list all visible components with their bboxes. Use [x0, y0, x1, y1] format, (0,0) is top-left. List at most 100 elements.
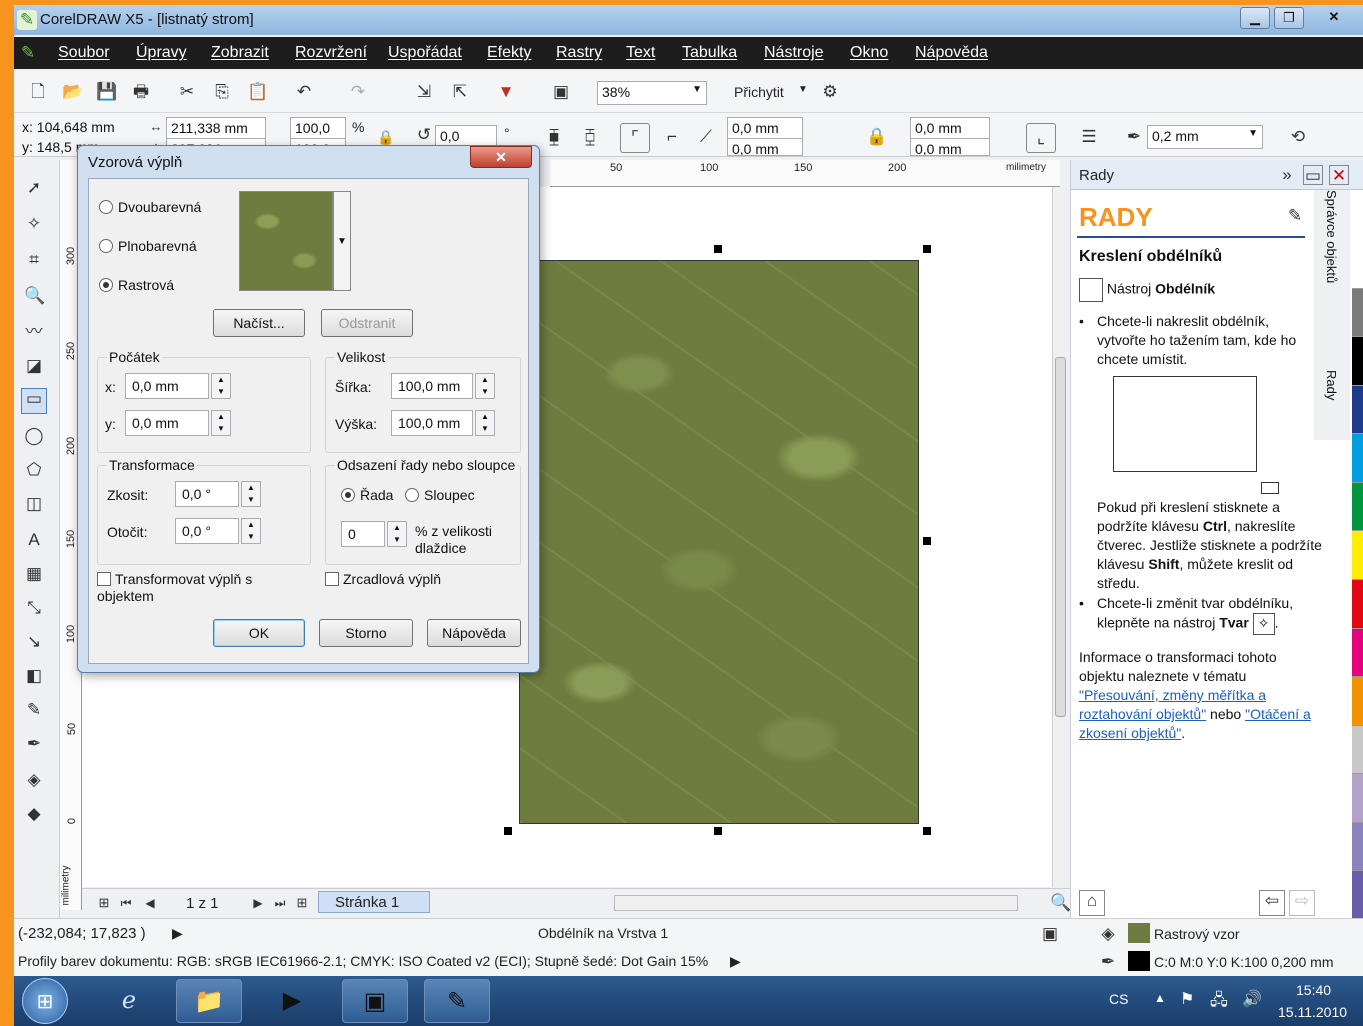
eyedropper-tool-icon[interactable]: ✎: [24, 700, 44, 720]
lock-icon[interactable]: 🔒: [376, 127, 396, 147]
mirror-horizontal-icon[interactable]: ⧯: [544, 127, 564, 147]
menu-rozvrzeni[interactable]: Rozvržení: [295, 44, 367, 62]
color-swatch[interactable]: [1352, 677, 1363, 726]
round-corner-icon[interactable]: ⌜: [620, 123, 650, 153]
scallop-corner-icon[interactable]: ⌐: [662, 127, 682, 147]
welcome-screen-icon[interactable]: ▣: [551, 82, 571, 102]
color-swatch[interactable]: [1352, 288, 1363, 338]
selection-handle[interactable]: [923, 537, 931, 545]
forward-icon[interactable]: ⇨: [1289, 890, 1315, 916]
show-hidden-icons[interactable]: ▲: [1154, 991, 1166, 1005]
tab-object-manager[interactable]: Správce objektů: [1324, 190, 1339, 283]
clock-time[interactable]: 15:40: [1296, 982, 1331, 998]
color-swatch[interactable]: [1352, 337, 1363, 386]
first-page-icon[interactable]: ⏮: [116, 893, 136, 913]
tile-width-stepper[interactable]: ▲ ▼: [475, 373, 495, 399]
minimize-button[interactable]: ▁: [1240, 7, 1270, 29]
menu-soubor[interactable]: Soubor: [58, 44, 110, 62]
text-tool-icon[interactable]: A: [24, 530, 44, 550]
width-field[interactable]: 211,338 mm: [166, 117, 266, 139]
language-indicator[interactable]: CS: [1109, 991, 1128, 1007]
color-swatch[interactable]: [1352, 628, 1363, 678]
vertical-scrollbar[interactable]: [1052, 187, 1068, 887]
page-tab[interactable]: Stránka 1: [318, 891, 430, 913]
corel-capture-icon[interactable]: ▣: [342, 979, 408, 1023]
menu-usporadat[interactable]: Uspořádat: [388, 44, 462, 62]
skew-stepper[interactable]: ▲ ▼: [241, 481, 261, 507]
smart-fill-icon[interactable]: ◪: [24, 356, 44, 376]
internet-explorer-icon[interactable]: ℯ: [96, 979, 162, 1023]
outline-width-select[interactable]: 0,2 mm ▼: [1147, 125, 1263, 149]
chevron-down-icon[interactable]: ▼: [798, 84, 808, 95]
crop-tool-icon[interactable]: ⌗: [24, 250, 44, 270]
radio-full-color[interactable]: Plnobarevná: [99, 238, 197, 254]
rectangle-with-bitmap-fill[interactable]: [519, 260, 919, 824]
rectangle-tool-icon[interactable]: ▭: [21, 388, 47, 414]
transform-with-object-checkbox[interactable]: Transformovat výplň s objektem: [97, 571, 297, 605]
table-tool-icon[interactable]: ▦: [24, 564, 44, 584]
skew-field[interactable]: 0,0 °: [175, 481, 239, 507]
snap-dropdown[interactable]: Přichytit: [734, 84, 784, 100]
coreldraw-taskbar-icon[interactable]: ✎: [424, 979, 490, 1023]
offset-stepper[interactable]: ▲ ▼: [387, 521, 407, 547]
expand-profiles-icon[interactable]: ▶: [730, 953, 741, 970]
cancel-button[interactable]: Storno: [319, 619, 413, 647]
menu-nastroje[interactable]: Nástroje: [764, 44, 824, 62]
rotate-field[interactable]: 0,0 °: [175, 518, 239, 544]
volume-icon[interactable]: 🔊: [1242, 989, 1262, 1009]
color-swatch[interactable]: [1352, 385, 1363, 435]
pattern-dropdown-button[interactable]: ▼: [333, 191, 351, 291]
rotate-stepper[interactable]: ▲ ▼: [241, 518, 261, 544]
menu-tabulka[interactable]: Tabulka: [682, 44, 737, 62]
help-button[interactable]: Nápověda: [427, 619, 521, 647]
scroll-thumb[interactable]: [1055, 357, 1066, 717]
origin-x-stepper[interactable]: ▲ ▼: [211, 373, 231, 399]
save-icon[interactable]: 💾: [96, 82, 117, 102]
dimension-tool-icon[interactable]: ⤡: [24, 598, 44, 618]
clock-date[interactable]: 15.11.2010: [1278, 1004, 1347, 1020]
basic-shapes-icon[interactable]: ◫: [24, 494, 44, 514]
zoom-navigator-icon[interactable]: 🔍: [1050, 893, 1071, 913]
explorer-icon[interactable]: 📁: [176, 979, 242, 1023]
menu-okno[interactable]: Okno: [850, 44, 888, 62]
color-swatch[interactable]: [1352, 531, 1363, 580]
redo-icon[interactable]: ↷: [348, 82, 368, 102]
color-swatch[interactable]: [1352, 482, 1363, 532]
close-docker-icon[interactable]: ✕: [1329, 165, 1349, 185]
network-icon[interactable]: 🖧: [1210, 989, 1228, 1016]
options-icon[interactable]: ⚙: [820, 82, 840, 102]
menu-rastry[interactable]: Rastry: [556, 44, 602, 62]
prev-page-icon[interactable]: ◀: [140, 893, 160, 913]
color-swatch[interactable]: [1352, 725, 1363, 775]
menu-efekty[interactable]: Efekty: [487, 44, 531, 62]
close-button[interactable]: ✕: [1310, 7, 1358, 29]
zoom-select[interactable]: 38% ▼: [597, 81, 707, 105]
dialog-close-button[interactable]: ✕: [470, 146, 532, 168]
ok-button[interactable]: OK: [213, 619, 305, 647]
wrap-text-icon[interactable]: ☰: [1079, 127, 1099, 147]
back-icon[interactable]: ⇦: [1259, 890, 1285, 916]
chamfer-corner-icon[interactable]: ⟋: [696, 127, 716, 147]
radio-bitmap[interactable]: Rastrová: [99, 277, 174, 293]
color-swatch[interactable]: [1352, 774, 1363, 823]
interactive-fill-icon[interactable]: ◆: [24, 804, 44, 824]
corner-br-field[interactable]: 0,0 mm: [910, 138, 990, 156]
load-button[interactable]: Načíst...: [213, 309, 305, 337]
add-page-after-icon[interactable]: ⊞: [292, 893, 312, 913]
flag-icon[interactable]: ⚑: [1180, 989, 1194, 1009]
origin-y-field[interactable]: 0,0 mm: [125, 410, 209, 436]
corner-tr-field[interactable]: 0,0 mm: [910, 117, 990, 139]
horizontal-scrollbar[interactable]: [614, 895, 1018, 911]
radio-two-color[interactable]: Dvoubarevná: [99, 199, 201, 215]
color-swatch[interactable]: [1352, 822, 1363, 872]
mirror-fill-checkbox[interactable]: Zrcadlová výplň: [325, 571, 441, 587]
maximize-button[interactable]: ❐: [1274, 7, 1304, 29]
color-swatch[interactable]: [1352, 240, 1363, 289]
x-position[interactable]: x: 104,648 mm: [18, 117, 138, 139]
corner-tl-field[interactable]: 0,0 mm: [727, 117, 803, 139]
radio-column[interactable]: Sloupec: [405, 487, 475, 503]
print-icon[interactable]: 🖶: [131, 82, 151, 102]
cut-icon[interactable]: ✂: [177, 82, 197, 102]
origin-x-field[interactable]: 0,0 mm: [125, 373, 209, 399]
next-page-icon[interactable]: ▶: [248, 893, 268, 913]
